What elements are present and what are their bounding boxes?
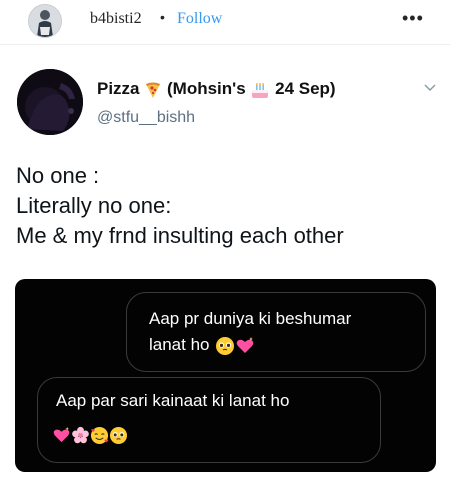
incoming-message: Aap par sari kainaat ki lanat ho [37, 377, 381, 463]
tweet-line: No one : [16, 163, 100, 188]
cherry-blossom-icon [72, 426, 89, 444]
sparkling-heart-icon [236, 336, 254, 353]
tweet-avatar[interactable] [17, 69, 83, 135]
outgoing-message-line: Aap pr duniya ki beshumar [149, 309, 352, 328]
follow-button[interactable]: Follow [177, 10, 222, 28]
username-link[interactable]: b4bisti2 [90, 10, 142, 28]
post-header: b4bisti2 • Follow ••• [0, 0, 450, 45]
smiling-face-with-hearts-icon [90, 426, 109, 445]
pleading-face-icon [216, 336, 235, 355]
tweet-text: No one : Literally no one: Me & my frnd … [16, 161, 344, 251]
tweet-line: Me & my frnd insulting each other [16, 223, 344, 248]
display-name-date: 24 Sep) [275, 79, 336, 98]
incoming-message-text: Aap par sari kainaat ki lanat ho [56, 391, 290, 410]
separator-dot: • [160, 9, 165, 25]
display-name-rest: (Mohsin's [167, 79, 246, 98]
more-options-icon[interactable]: ••• [402, 8, 424, 29]
pizza-icon [146, 82, 161, 98]
chevron-down-icon[interactable] [424, 81, 436, 93]
chat-screenshot: Aap pr duniya ki beshumar lanat ho Aap p… [15, 279, 436, 472]
incoming-message-emojis [52, 424, 128, 446]
sparkling-heart-icon [53, 426, 70, 443]
avatar[interactable] [28, 4, 62, 38]
outgoing-message-text: lanat ho [149, 335, 210, 354]
display-name-text: Pizza [97, 79, 140, 98]
display-name[interactable]: Pizza (Mohsin's 24 Sep) [97, 79, 336, 99]
outgoing-message-line: lanat ho [149, 334, 255, 356]
birthday-cake-icon [252, 82, 269, 98]
outgoing-message: Aap pr duniya ki beshumar lanat ho [126, 292, 426, 372]
tweet-card: Pizza (Mohsin's 24 Sep) @stfu__bishh No … [0, 55, 450, 481]
pleading-face-icon [109, 426, 128, 445]
tweet-handle[interactable]: @stfu__bishh [97, 109, 195, 127]
tweet-line: Literally no one: [16, 193, 172, 218]
